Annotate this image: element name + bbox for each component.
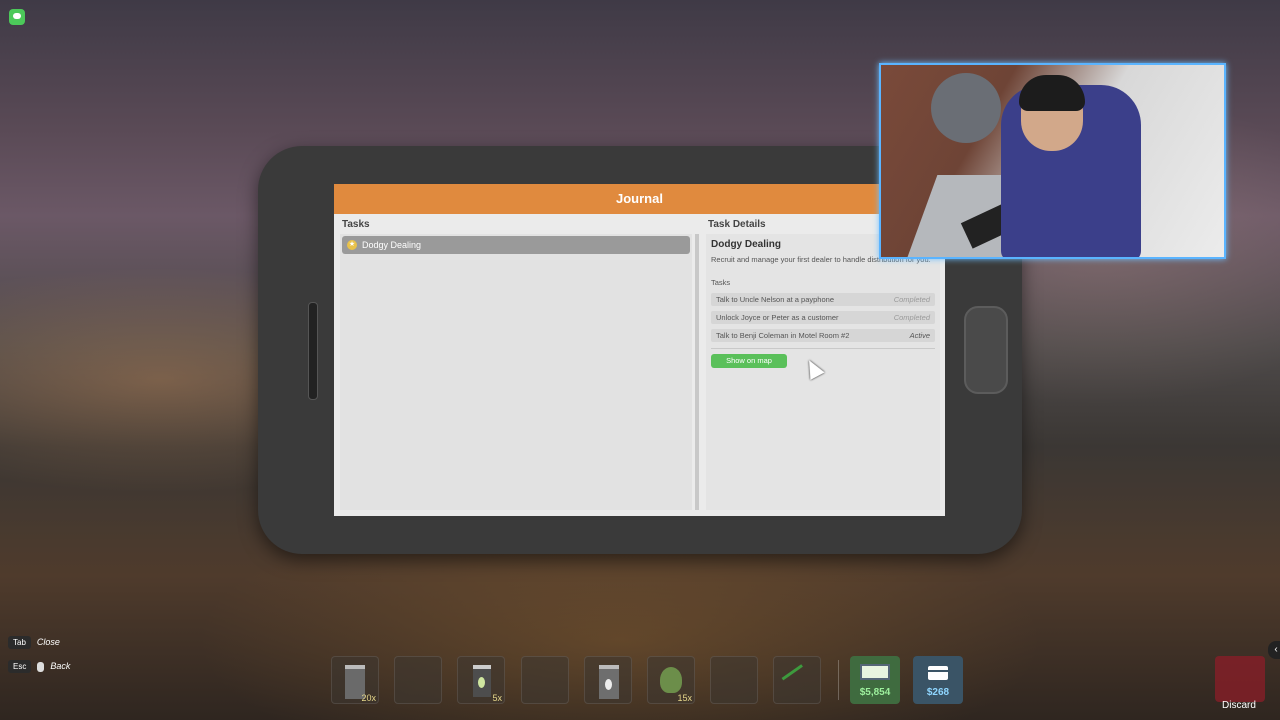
cash-amount: $5,854 xyxy=(859,687,891,698)
bank-amount: $268 xyxy=(926,687,950,698)
details-pane-title: Task Details xyxy=(708,219,766,230)
subtask-row: Unlock Joyce or Peter as a customer Comp… xyxy=(711,311,935,324)
subtask-name: Talk to Benji Coleman in Motel Room #2 xyxy=(716,331,850,340)
subtask-status: Completed xyxy=(893,295,930,304)
tasks-pane-title: Tasks xyxy=(342,219,370,230)
subtask-name: Unlock Joyce or Peter as a customer xyxy=(716,313,839,322)
hotbar-slot-4[interactable] xyxy=(521,656,569,704)
hint-action: Close xyxy=(36,637,60,647)
hotbar-slot-1[interactable]: 20x xyxy=(331,656,379,704)
hotbar-slot-2[interactable] xyxy=(394,656,442,704)
hotbar-separator xyxy=(838,660,839,700)
discard-slot[interactable] xyxy=(1215,656,1265,702)
phone-side-button xyxy=(308,302,318,400)
star-icon: ★ xyxy=(347,240,357,250)
esc-key: Esc xyxy=(8,660,32,673)
divider xyxy=(711,348,935,349)
cash-icon xyxy=(860,664,890,680)
subtask-status: Completed xyxy=(893,313,930,322)
slot-qty: 20x xyxy=(361,693,376,703)
journal-app: Journal Tasks Task Details ★ Dodgy Deali… xyxy=(334,184,945,516)
subtask-row: Talk to Uncle Nelson at a payphone Compl… xyxy=(711,293,935,306)
subtask-name: Talk to Uncle Nelson at a payphone xyxy=(716,295,834,304)
slot-qty: 15x xyxy=(677,693,692,703)
hotbar-slot-6[interactable]: 15x xyxy=(647,656,695,704)
discard-label: Discard xyxy=(1222,700,1256,711)
tasks-scrollbar[interactable] xyxy=(695,234,699,510)
task-item-label: Dodgy Dealing xyxy=(362,240,422,250)
details-title: Dodgy Dealing xyxy=(711,239,782,250)
task-item-dodgy-dealing[interactable]: ★ Dodgy Dealing xyxy=(342,236,690,254)
phone-home-button[interactable] xyxy=(964,306,1008,394)
webcam-chair xyxy=(931,73,1001,143)
control-hint-back: Esc Back xyxy=(8,660,70,673)
hotbar-slot-5[interactable] xyxy=(584,656,632,704)
leaf-icon xyxy=(660,667,682,693)
hotbar-slot-3[interactable]: 5x xyxy=(457,656,505,704)
hint-action: Back xyxy=(50,661,71,671)
chevron-left-icon[interactable]: ‹ xyxy=(1268,641,1280,659)
mouse-icon xyxy=(37,661,45,672)
tab-key: Tab xyxy=(8,636,31,649)
slot-qty: 5x xyxy=(492,693,502,703)
hotbar-slot-7[interactable] xyxy=(710,656,758,704)
subtask-row: Talk to Benji Coleman in Motel Room #2 A… xyxy=(711,329,935,342)
jar-icon xyxy=(473,665,491,697)
tasks-list: ★ Dodgy Dealing xyxy=(340,234,692,510)
control-hint-close: Tab Close xyxy=(8,636,60,649)
baggie-icon xyxy=(599,665,619,699)
trimmers-icon xyxy=(781,664,815,697)
subtasks-label: Tasks xyxy=(711,278,731,287)
credit-card-icon xyxy=(928,666,948,680)
webcam-overlay xyxy=(879,63,1226,259)
journal-title: Journal xyxy=(334,184,945,214)
message-icon[interactable] xyxy=(9,9,25,25)
webcam-hair xyxy=(1019,75,1085,111)
subtask-status: Active xyxy=(909,331,930,340)
show-on-map-button[interactable]: Show on map xyxy=(711,354,787,368)
cash-slot[interactable]: $5,854 xyxy=(850,656,900,704)
bank-card-slot[interactable]: $268 xyxy=(913,656,963,704)
hotbar-slot-8[interactable] xyxy=(773,656,821,704)
